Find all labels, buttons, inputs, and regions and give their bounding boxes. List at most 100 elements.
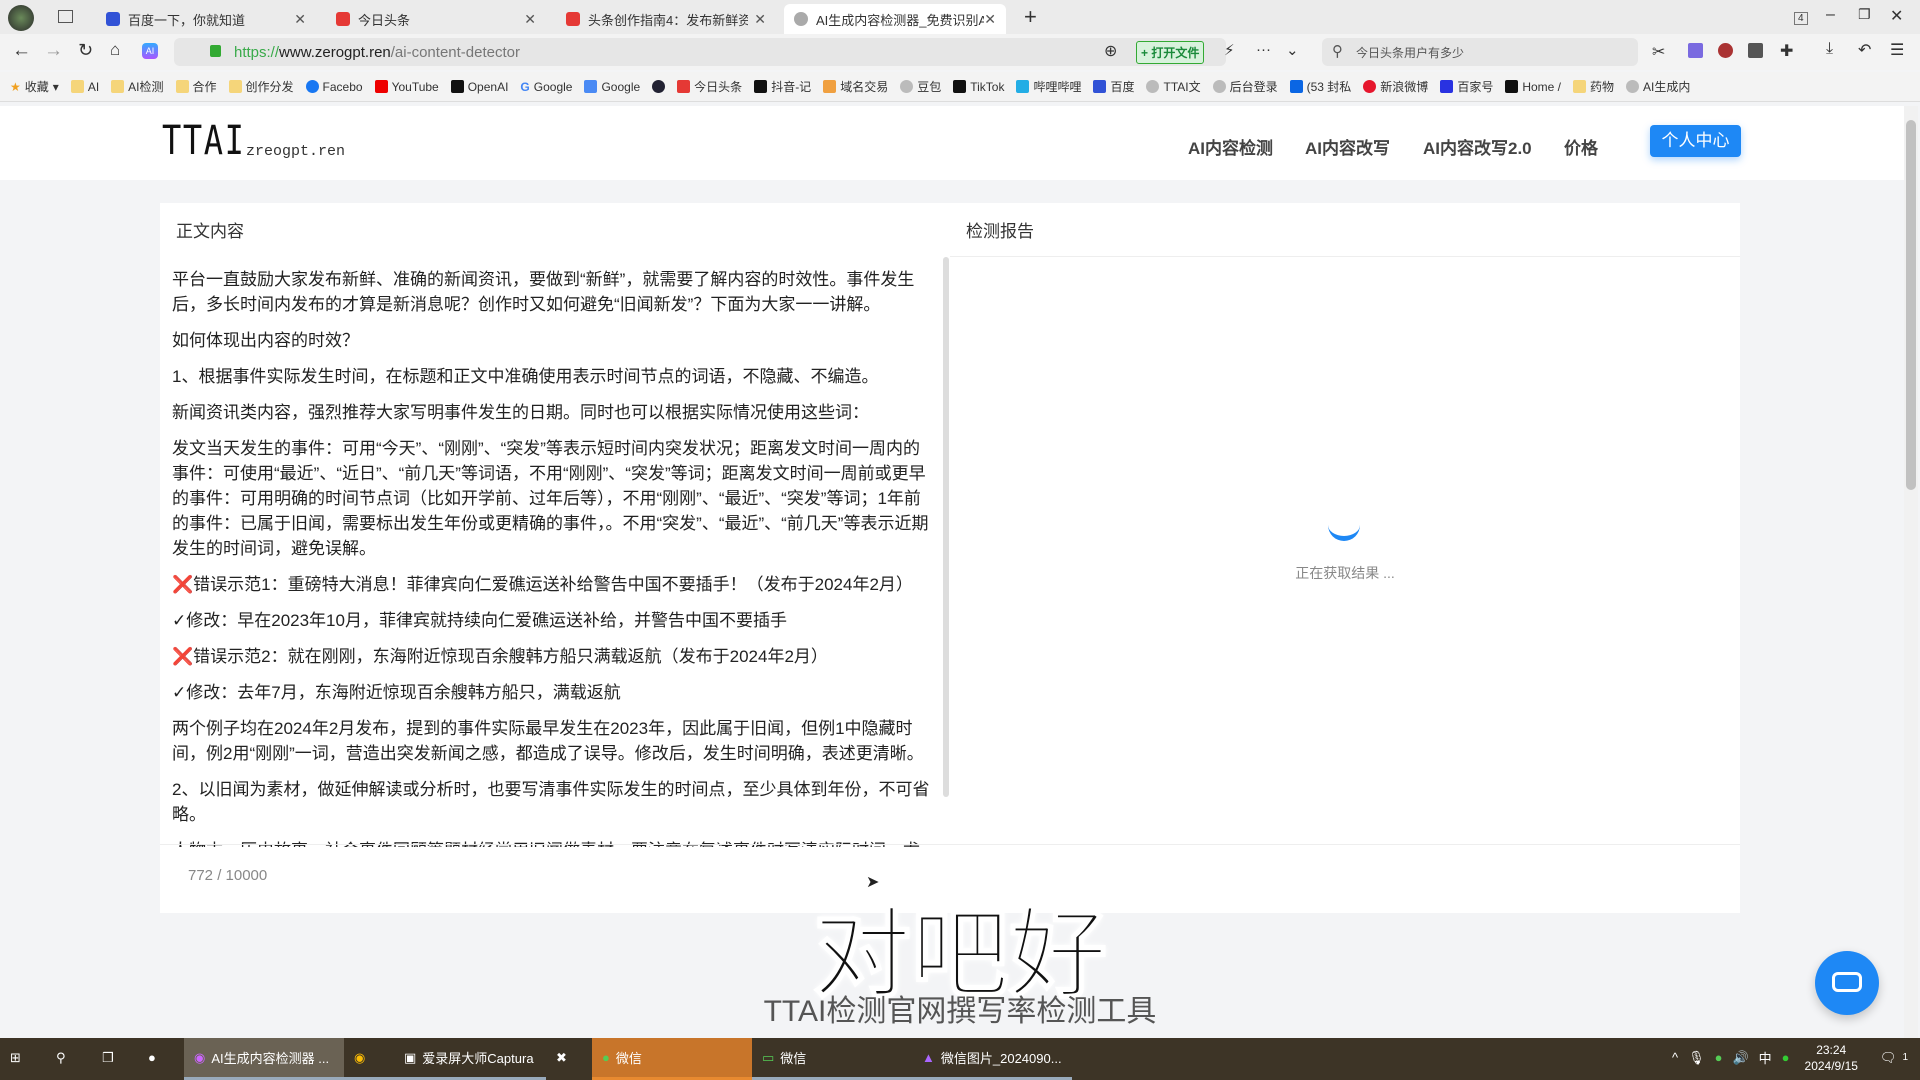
bookmark-item[interactable]: Google [584,80,640,94]
nav-ai-detect[interactable]: AI内容检测 [1188,134,1273,159]
tray-app-icon[interactable]: ● [1777,1038,1795,1080]
paragraph: 人物志、历史故事、社会事件回顾等题材经常用旧闻做素材，要注意在复述事件时写清实际… [172,838,932,847]
bookmark-folder[interactable]: 创作分发 [228,78,294,95]
steam-icon[interactable]: ● [138,1038,184,1080]
bookmark-folder[interactable]: 合作 [175,78,217,95]
close-window-button[interactable]: ✕ [1890,6,1903,26]
bookmark-item[interactable]: TikTok [953,80,1004,94]
tray-chevron-icon[interactable]: ^ [1667,1038,1683,1080]
bookmark-label: YouTube [391,79,439,94]
paragraph: 平台一直鼓励大家发布新鲜、准确的新闻资讯，要做到“新鲜”，就需要了解内容的时效性… [172,270,915,314]
notifications-button[interactable]: 🗨 1 [1868,1038,1920,1080]
open-file-button[interactable]: + 打开文件 [1136,41,1205,64]
search-button[interactable]: ⚲ [46,1038,92,1080]
page-scrollbar[interactable] [1904,106,1918,1038]
minimize-button[interactable]: – [1826,6,1835,24]
bookmark-folder[interactable]: AI检测 [111,78,164,95]
bookmark-item[interactable]: ★ 收藏 ▾ [10,78,59,95]
search-input[interactable]: ⚲ 今日头条用户有多少 [1322,38,1638,66]
reload-button[interactable]: ↻ [78,40,93,61]
bookmark-item[interactable]: OpenAI [450,80,508,94]
sidebar-toggle-icon[interactable] [58,10,73,23]
ai-extension-icon[interactable]: AI [142,43,158,59]
back-button[interactable]: ← [12,40,31,62]
taskbar-item-image[interactable]: ▲ 微信图片_2024090... [912,1038,1072,1080]
image-viewer-icon: ▲ [922,1050,935,1065]
bookmark-item[interactable]: G Google [520,80,572,94]
bookmark-item[interactable]: 后台登录 [1212,78,1278,95]
wechat-tray-icon[interactable]: ● [1710,1038,1728,1080]
user-center-button[interactable]: 个人中心 [1650,125,1741,157]
extensions-icon[interactable]: ✚ [1780,41,1793,61]
nav-pricing[interactable]: 价格 [1564,134,1598,159]
close-tab-icon[interactable]: ✕ [294,11,306,28]
bookmark-folder[interactable]: AI [70,79,100,94]
camera-extension-icon[interactable] [1718,43,1733,58]
volume-icon[interactable]: 🔊 [1727,1038,1753,1080]
bookmark-label: 域名交易 [840,80,889,94]
bookmark-item[interactable]: Facebo [305,80,363,94]
forward-button[interactable]: → [44,40,63,62]
bookmark-item[interactable] [652,80,666,93]
bookmark-item[interactable]: AI生成内 [1626,78,1690,95]
site-logo[interactable]: TTAI zreogpt.ren [162,118,345,164]
bookmark-item[interactable]: 哔哩哔哩 [1016,78,1081,95]
translate-icon[interactable] [1688,43,1703,58]
cut-icon[interactable]: ✂ [1652,42,1665,62]
new-tab-button[interactable]: + [1024,4,1037,30]
download-icon[interactable]: ⤓ [1826,40,1833,58]
chevron-down-icon[interactable]: ⌄ [1286,41,1299,59]
close-tab-icon[interactable]: ✕ [524,11,536,28]
bookmark-item[interactable]: 今日头条 [677,78,742,95]
tab-toutiao[interactable]: 今日头条 ✕ [326,4,546,34]
reader-icon[interactable] [1748,43,1763,58]
bookmark-item[interactable]: 抖音-记 [754,78,811,95]
bookmark-label: AI [87,79,100,94]
tab-count-badge[interactable]: 4 [1794,12,1808,25]
menu-icon[interactable]: ☰ [1890,40,1904,60]
bookmark-item[interactable]: 百家号 [1440,78,1493,95]
nav-ai-rewrite-2[interactable]: AI内容改写2.0 [1423,134,1532,159]
bookmark-item[interactable]: 新浪微博 [1363,78,1428,95]
close-tab-icon[interactable]: ✕ [754,11,766,28]
bookmark-item[interactable]: 百度 [1093,78,1134,95]
bookmark-item[interactable]: 豆包 [900,78,941,95]
undo-icon[interactable]: ↶ [1858,40,1871,60]
close-tab-icon[interactable]: ✕ [984,11,996,28]
clock[interactable]: 23:24 2024/9/15 [1795,1038,1868,1080]
tab-bar: 百度一下，你就知道 ✕ 今日头条 ✕ 头条创作指南4：发布新鲜资讯 ✕ AI生成内容检… [0,0,1920,34]
content-textarea[interactable]: 平台一直鼓励大家发布新鲜、准确的新闻资讯，要做到“新鲜”，就需要了解内容的时效性… [160,257,948,847]
textarea-scrollbar[interactable] [943,257,949,797]
profile-avatar[interactable] [8,5,34,31]
tab-toutiao-guide[interactable]: 头条创作指南4：发布新鲜资讯 ✕ [556,4,776,34]
bookmark-item[interactable]: YouTube [374,79,439,94]
bookmark-item[interactable]: TTAI文 [1146,78,1201,95]
tab-baidu[interactable]: 百度一下，你就知道 ✕ [96,4,316,34]
ime-indicator[interactable]: 中 [1754,1038,1777,1080]
search-icon: ⚲ [1332,43,1343,60]
restore-button[interactable]: ❐ [1858,6,1871,23]
more-icon[interactable]: ··· [1256,41,1271,58]
taskbar-item-browser[interactable]: ◉ AI生成内容检测器 ... [184,1038,344,1080]
bookmark-label: TikTok [970,79,1005,94]
mic-icon[interactable]: 🎙 [1683,1038,1710,1080]
start-button[interactable]: ⊞ [0,1038,46,1080]
tab-ai-detector[interactable]: AI生成内容检测器_免费识别AI ✕ [784,4,1006,34]
zoom-icon[interactable]: ⊕ [1104,41,1117,61]
bookmark-item[interactable]: (53 封私 [1289,78,1351,95]
taskbar-item-wechat-2[interactable]: ▭ 微信 [752,1038,912,1080]
chat-button[interactable] [1815,951,1879,1015]
taskbar-item-wechat[interactable]: ● 微信 [592,1038,752,1080]
bookmark-folder[interactable]: 药物 [1573,78,1614,95]
bookmark-item[interactable]: 域名交易 [823,78,888,95]
taskbar-item-captura[interactable]: ▣ 爱录屏大师Captura [394,1038,546,1080]
task-view-button[interactable]: ❒ [92,1038,138,1080]
home-button[interactable]: ⌂ [110,40,120,60]
nav-ai-rewrite[interactable]: AI内容改写 [1305,134,1390,159]
capcut-icon[interactable]: ✖ [546,1038,592,1080]
bookmark-label: 新浪微博 [1380,80,1429,94]
url-bar[interactable]: https://www.zerogpt.ren/ai-content-detec… [174,38,1299,66]
bookmark-item[interactable]: Home / [1505,80,1561,94]
chrome-icon[interactable]: ◉ [344,1038,394,1080]
lightning-icon[interactable]: ⚡ [1224,41,1235,59]
